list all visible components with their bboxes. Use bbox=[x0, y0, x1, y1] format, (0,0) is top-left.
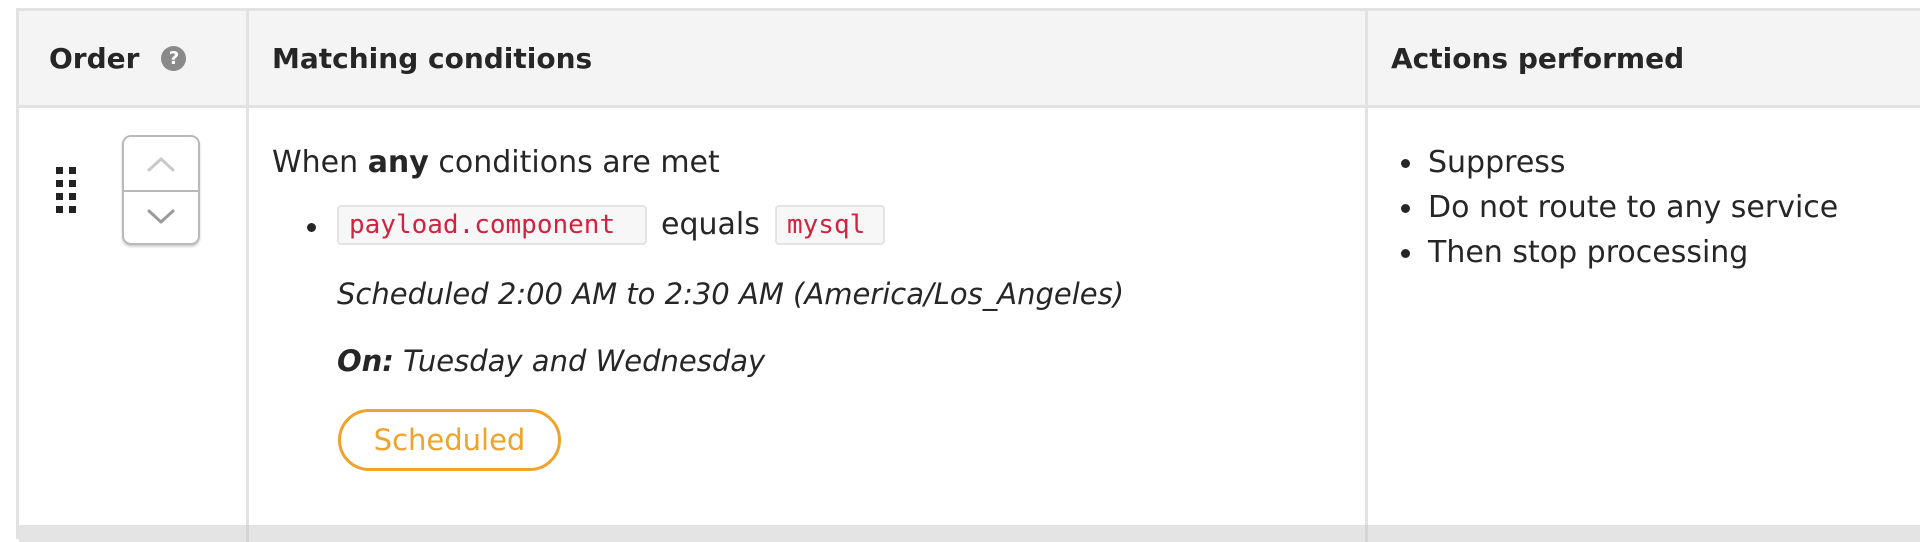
header-order: Order ? bbox=[49, 11, 187, 105]
action-bullet bbox=[1401, 249, 1410, 258]
condition-field: payload.component bbox=[337, 205, 647, 245]
actions-list: Suppress Do not route to any service The… bbox=[1392, 145, 1838, 280]
on-label: On: bbox=[337, 344, 394, 378]
condition-value: mysql bbox=[775, 205, 885, 245]
action-bullet bbox=[1401, 159, 1410, 168]
action-label: Suppress bbox=[1428, 145, 1566, 180]
status-badge: Scheduled bbox=[338, 409, 561, 471]
column-divider bbox=[1365, 11, 1368, 539]
condition-prefix: When bbox=[272, 145, 368, 180]
column-divider bbox=[246, 525, 249, 542]
schedule-days: On: Tuesday and Wednesday bbox=[337, 344, 765, 378]
help-icon[interactable]: ? bbox=[161, 45, 187, 71]
header-actions-performed: Actions performed bbox=[1391, 41, 1685, 75]
condition-keyword: any bbox=[367, 145, 429, 180]
next-row-header bbox=[19, 525, 1920, 542]
condition-summary: When any conditions are met bbox=[272, 145, 720, 180]
action-item: Do not route to any service bbox=[1392, 190, 1838, 235]
column-divider bbox=[246, 11, 249, 539]
condition-bullet bbox=[307, 223, 316, 232]
order-stepper bbox=[122, 135, 200, 245]
chevron-up-icon bbox=[147, 157, 175, 171]
action-item: Then stop processing bbox=[1392, 235, 1838, 280]
schedule-text: Scheduled 2:00 AM to 2:30 AM (America/Lo… bbox=[337, 277, 1125, 311]
on-days: Tuesday and Wednesday bbox=[393, 344, 766, 378]
drag-handle-icon[interactable] bbox=[56, 167, 80, 227]
header-order-label: Order bbox=[49, 41, 140, 75]
rules-table: Order ? Matching conditions Actions perf… bbox=[16, 8, 1920, 542]
table-header-row: Order ? Matching conditions Actions perf… bbox=[19, 11, 1920, 108]
action-item: Suppress bbox=[1392, 145, 1838, 190]
action-label: Then stop processing bbox=[1428, 235, 1749, 270]
condition-suffix: conditions are met bbox=[428, 145, 720, 180]
condition-operator: equals bbox=[661, 207, 760, 242]
chevron-down-icon bbox=[147, 209, 175, 223]
move-up-button[interactable] bbox=[124, 137, 198, 192]
action-bullet bbox=[1401, 204, 1410, 213]
action-label: Do not route to any service bbox=[1428, 190, 1839, 225]
header-matching-conditions: Matching conditions bbox=[272, 41, 593, 75]
move-down-button[interactable] bbox=[124, 190, 198, 243]
column-divider bbox=[1365, 525, 1368, 542]
